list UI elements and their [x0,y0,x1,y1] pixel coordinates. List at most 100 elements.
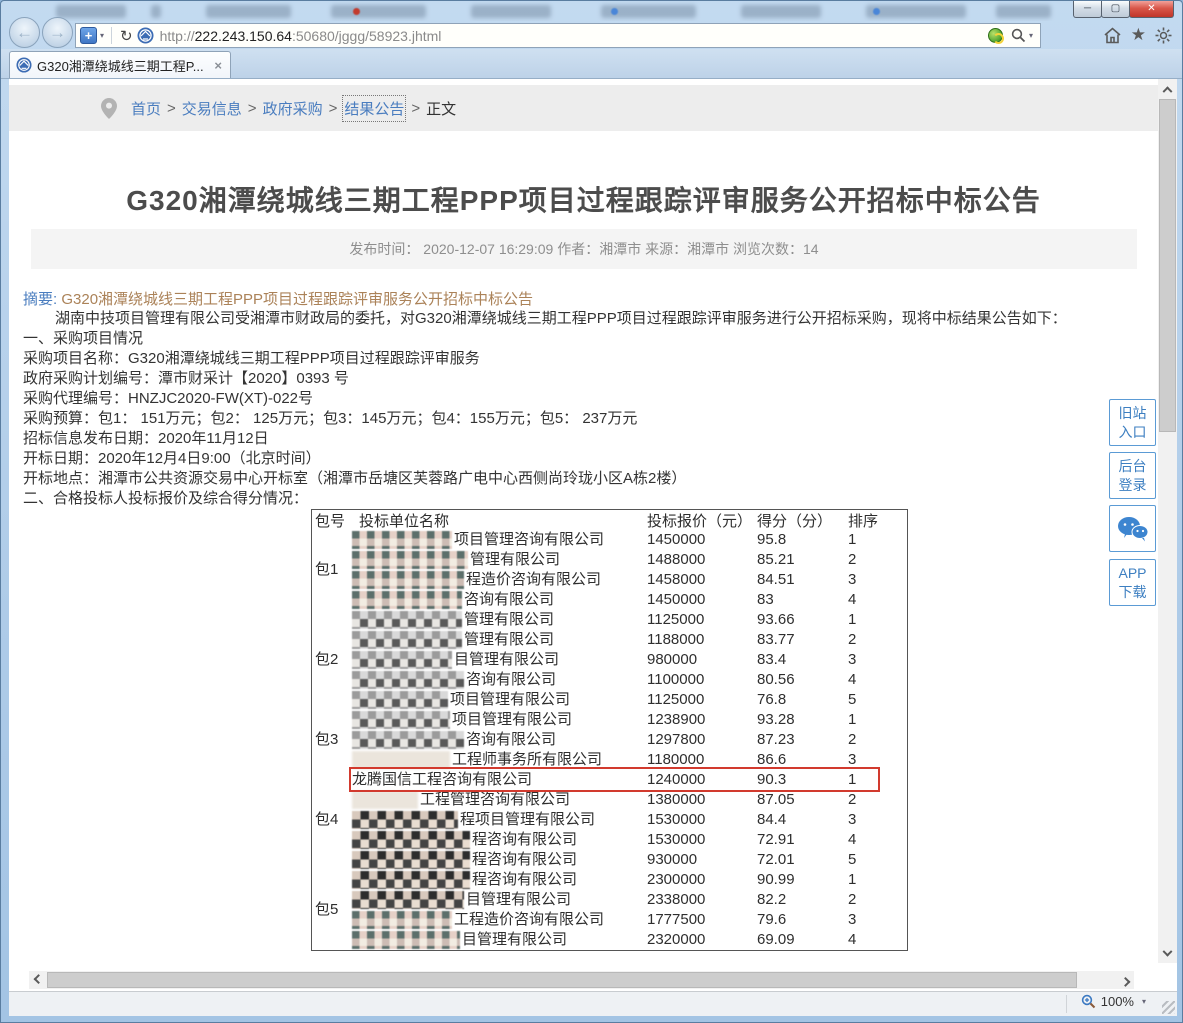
bid-price: 1450000 [647,590,705,610]
scroll-down-arrow[interactable] [1158,945,1177,963]
settings-gear-icon[interactable] [1155,27,1172,44]
paragraph: 开标日期：2020年12月4日9:00（北京时间） [23,449,1143,469]
add-tab-icon[interactable]: + [80,27,97,44]
plugin-safety-icon[interactable] [988,28,1003,43]
table-row: 程咨询有限公司153000072.914 [312,830,907,850]
bid-rank: 5 [848,690,856,710]
bidder-name: 项目管理有限公司 [352,690,570,710]
bid-rank: 3 [848,650,856,670]
bid-rank: 1 [848,710,856,730]
bid-price: 2338000 [647,890,705,910]
page-title: G320湘潭绕城线三期工程PPP项目过程跟踪评审服务公开招标中标公告 [9,179,1158,219]
bid-score: 93.66 [757,610,795,630]
table-row: 目管理有限公司98000083.43 [312,650,907,670]
bidder-name: 管理有限公司 [352,550,560,570]
minimize-button[interactable]: ─ [1073,1,1102,18]
table-header: 包号 投标单位名称 投标报价（元） 得分（分） 排序 [312,510,907,530]
paragraph: 招标信息发布日期：2020年11月12日 [23,429,1143,449]
redaction-mosaic [352,831,470,849]
bid-price: 1380000 [647,790,705,810]
horizontal-scroll-thumb[interactable] [47,972,1077,988]
bid-table-body: 项目管理咨询有限公司145000095.81管理有限公司148800085.21… [312,530,907,950]
search-icon[interactable] [1011,28,1026,43]
tab-active[interactable]: G320湘潭绕城线三期工程P... × [9,51,231,78]
paragraph: 采购代理编号：HNZJC2020-FW(XT)-022号 [23,389,1143,409]
bid-score: 72.91 [757,830,795,850]
article-summary: 摘要: G320湘潭绕城线三期工程PPP项目过程跟踪评审服务公开招标中标公告 [23,288,533,308]
article-meta: 发布时间： 2020-12-07 16:29:09 作者：湘潭市 来源：湘潭市 … [31,229,1137,269]
article-body: 湖南中技项目管理有限公司受湘潭市财政局的委托，对G320湘潭绕城线三期工程PPP… [23,309,1143,509]
close-button[interactable]: ✕ [1129,1,1174,18]
favorites-star-icon[interactable]: ★ [1131,25,1146,45]
breadcrumb-result-notice[interactable]: 结果公告 [343,96,405,121]
vertical-scrollbar[interactable] [1158,79,1177,963]
forward-button[interactable]: → [42,17,73,48]
breadcrumb-trade-info[interactable]: 交易信息 [182,98,242,119]
bid-rank: 2 [848,550,856,570]
bidder-name: 管理有限公司 [352,610,554,630]
bid-score: 72.01 [757,850,795,870]
table-row: 程造价咨询有限公司145800084.513 [312,570,907,590]
bid-rank: 3 [848,910,856,930]
page-content: 首页 > 交易信息 > 政府采购 > 结果公告 > 正文 G320湘潭绕城线三期… [9,79,1158,963]
page-viewport: 首页 > 交易信息 > 政府采购 > 结果公告 > 正文 G320湘潭绕城线三期… [9,79,1177,1016]
bidder-name: 目管理有限公司 [352,650,559,670]
sidebar-old-site-button[interactable]: 旧站入口 [1109,399,1156,446]
home-icon[interactable] [1103,27,1122,44]
search-dropdown-icon[interactable]: ▾ [1029,31,1033,40]
redaction-mosaic [352,671,464,689]
sidebar-wechat-button[interactable] [1109,505,1156,552]
bid-rank: 2 [848,790,856,810]
address-bar[interactable]: + ▾ ↻ http://222.243.150.64:50680/jggg/5… [75,23,1041,48]
bid-price: 930000 [647,850,697,870]
tab-bar: G320湘潭绕城线三期工程P... × [1,49,1182,79]
breadcrumb-current: 正文 [426,98,456,119]
table-row: 龙腾国信工程咨询有限公司124000090.31 [312,770,907,790]
redaction-mosaic [352,871,470,889]
bid-rank: 3 [848,810,856,830]
zoom-dropdown-icon[interactable]: ▾ [1142,997,1146,1006]
url-field[interactable]: http://222.243.150.64:50680/jggg/58923.j… [160,28,988,44]
redaction-mosaic [352,911,452,929]
bid-price: 1188000 [647,630,704,650]
breadcrumb-gov-procurement[interactable]: 政府采购 [263,98,323,119]
bid-price: 980000 [647,650,697,670]
sidebar-app-download-button[interactable]: APP下载 [1109,559,1156,606]
redaction-mosaic [352,571,464,589]
zoom-level: 100% [1101,994,1134,1009]
toolbar: ← → + ▾ ↻ http://222.243.150.64:50680/jg… [1,21,1182,49]
bid-score: 76.8 [757,690,786,710]
table-row: 工程造价咨询有限公司177750079.63 [312,910,907,930]
bid-score: 83 [757,590,774,610]
chevron-down-icon[interactable]: ▾ [100,31,104,40]
bid-rank: 4 [848,670,856,690]
refresh-icon[interactable]: ↻ [120,27,133,45]
scroll-right-arrow[interactable] [1116,971,1134,989]
zoom-control[interactable]: 100% ▾ [1081,994,1149,1009]
maximize-button[interactable]: ▢ [1101,1,1130,18]
bid-price: 1100000 [647,670,704,690]
scroll-left-arrow[interactable] [29,971,47,989]
breadcrumb-home[interactable]: 首页 [131,98,161,119]
window-controls: ─ ▢ ✕ [1074,1,1174,18]
bid-score: 90.99 [757,870,795,890]
tab-close-icon[interactable]: × [212,58,224,73]
tab-title: G320湘潭绕城线三期工程P... [37,56,212,75]
bid-rank: 4 [848,930,856,950]
bid-rank: 4 [848,830,856,850]
back-button[interactable]: ← [9,17,40,48]
vertical-scroll-thumb[interactable] [1159,99,1176,432]
bid-score: 95.8 [757,530,786,550]
redaction-mosaic [352,731,464,749]
bid-score: 84.4 [757,810,786,830]
sidebar-admin-login-button[interactable]: 后台登录 [1109,452,1156,499]
resize-grip[interactable] [1162,1001,1175,1014]
horizontal-scrollbar[interactable] [29,971,1134,989]
redaction-mosaic [352,591,462,609]
bid-price: 2320000 [647,930,705,950]
table-row: 项目管理有限公司112500076.85 [312,690,907,710]
bid-score: 85.21 [757,550,795,570]
bid-score: 87.23 [757,730,795,750]
redaction-mosaic [352,551,468,569]
scroll-up-arrow[interactable] [1158,79,1177,97]
